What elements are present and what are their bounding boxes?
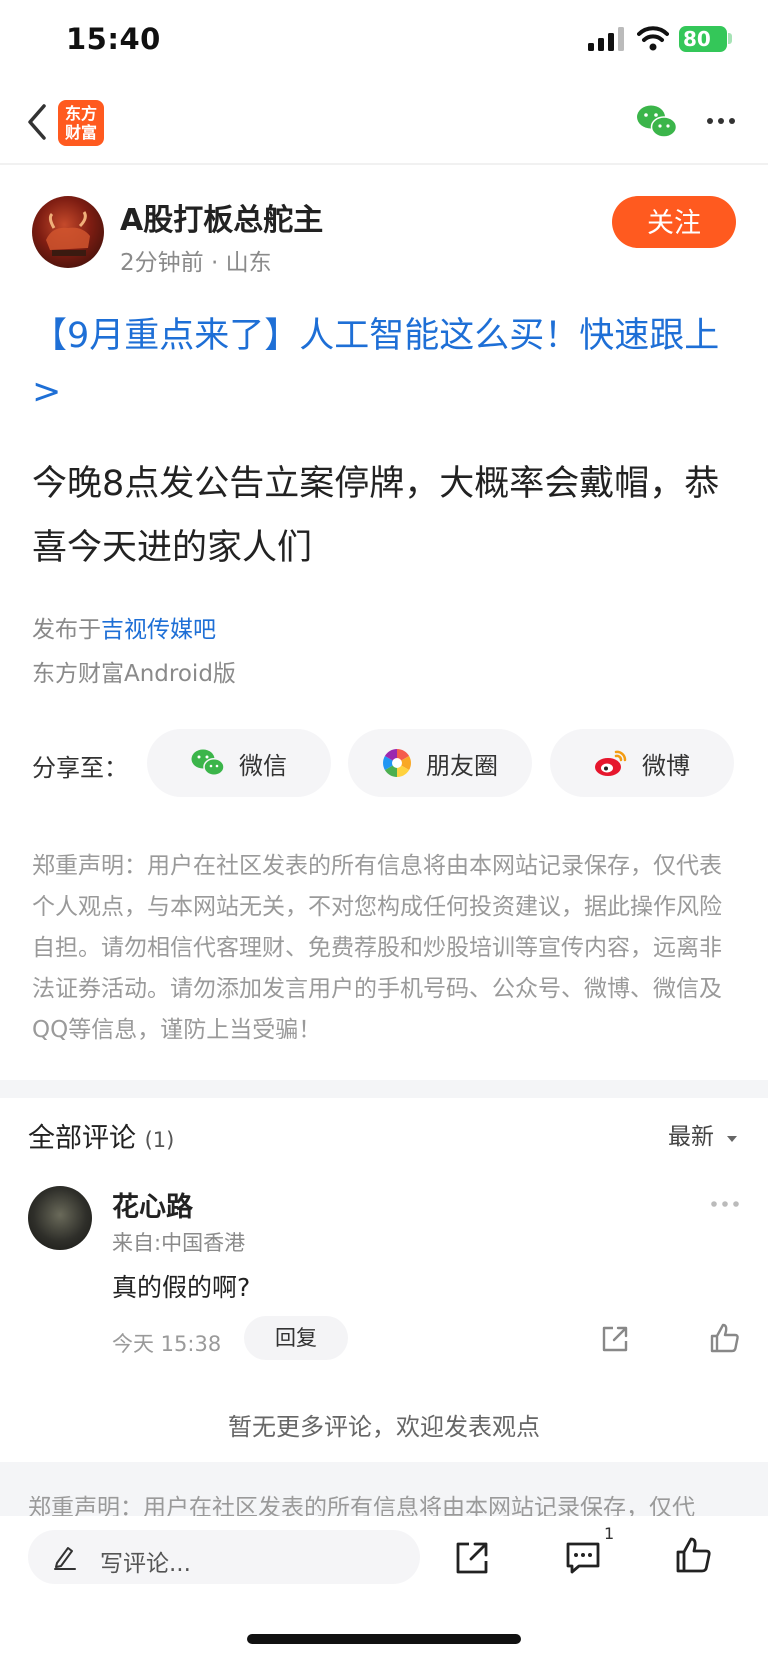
comments-title-label: 全部评论 — [28, 1123, 136, 1154]
share-label: 分享至： — [32, 754, 128, 782]
sort-dropdown[interactable]: 最新 — [668, 1117, 739, 1151]
wechat-share-icon[interactable] — [636, 104, 678, 140]
follow-button[interactable]: 关注 — [612, 196, 736, 248]
comment-like-icon[interactable] — [709, 1322, 741, 1354]
commenter-name[interactable]: 花心路 — [112, 1185, 193, 1224]
author-avatar[interactable] — [32, 196, 104, 268]
wifi-icon — [637, 26, 669, 51]
share-weibo-button[interactable]: 微博 — [550, 729, 734, 797]
wechat-icon — [191, 749, 225, 776]
disclaimer-text: 郑重声明：用户在社区发表的所有信息将由本网站记录保存，仅代表个人观点，与本网站无… — [32, 853, 722, 1043]
comment-more-icon[interactable] — [710, 1200, 740, 1208]
section-divider — [0, 1080, 768, 1098]
home-indicator — [247, 1634, 521, 1644]
sort-label: 最新 — [668, 1124, 714, 1150]
share-wechat-button[interactable]: 微信 — [147, 729, 331, 797]
more-icon[interactable] — [706, 116, 736, 126]
reply-button[interactable]: 回复 — [244, 1316, 348, 1360]
back-icon[interactable] — [24, 102, 50, 142]
comment-share-icon[interactable] — [600, 1324, 630, 1354]
post-body: 今晚8点发公告立案停牌，大概率会戴帽，恭喜今天进的家人们 — [32, 464, 720, 568]
battery-tip — [728, 33, 732, 44]
stock-bar-link[interactable]: 吉视传媒吧 — [101, 617, 216, 643]
battery-icon: 80 — [679, 26, 727, 52]
status-time: 15:40 — [66, 22, 161, 56]
caret-down-icon — [727, 1136, 738, 1142]
promo-link[interactable]: 【9月重点来了】人工智能这么买！快速跟上> — [32, 308, 732, 420]
bull-icon — [46, 211, 90, 256]
no-more-comments: 暂无更多评论，欢迎发表观点 — [228, 1413, 540, 1441]
share-moments-button[interactable]: 朋友圈 — [348, 729, 532, 797]
nav-divider — [0, 163, 768, 165]
commenter-location: 来自:中国香港 — [112, 1231, 246, 1255]
published-in: 发布于吉视传媒吧 — [32, 610, 216, 644]
share-icon[interactable] — [454, 1540, 490, 1576]
weibo-icon — [595, 750, 627, 776]
comments-count: (1) — [144, 1128, 175, 1152]
author-name[interactable]: A股打板总舵主 — [120, 195, 323, 239]
signal-icon — [588, 27, 624, 51]
comment-input[interactable] — [28, 1530, 420, 1584]
share-weibo-label: 微博 — [642, 751, 690, 780]
logo-text-line2: 财富 — [64, 123, 97, 142]
comment-placeholder[interactable]: 写评论... — [100, 1544, 191, 1578]
comment-icon[interactable] — [564, 1540, 602, 1576]
share-wechat-label: 微信 — [239, 751, 287, 780]
battery-level: 80 — [683, 27, 711, 51]
post-source: 东方财富Android版 — [32, 661, 236, 687]
comment-time: 今天 15:38 — [112, 1332, 222, 1356]
published-prefix: 发布于 — [32, 617, 101, 643]
author-meta: 2分钟前 · 山东 — [120, 250, 272, 276]
logo-text-line1: 东方 — [64, 104, 97, 123]
pen-icon — [54, 1547, 76, 1570]
comment-count-badge: 1 — [604, 1524, 615, 1543]
share-moments-label: 朋友圈 — [426, 751, 498, 780]
moments-icon — [383, 749, 411, 777]
comment-text: 真的假的啊? — [112, 1273, 251, 1302]
like-icon[interactable] — [675, 1536, 713, 1574]
comments-title: 全部评论 (1) — [28, 1116, 174, 1155]
commenter-avatar[interactable] — [28, 1186, 92, 1250]
app-logo[interactable]: 东方 财富 — [58, 100, 104, 146]
